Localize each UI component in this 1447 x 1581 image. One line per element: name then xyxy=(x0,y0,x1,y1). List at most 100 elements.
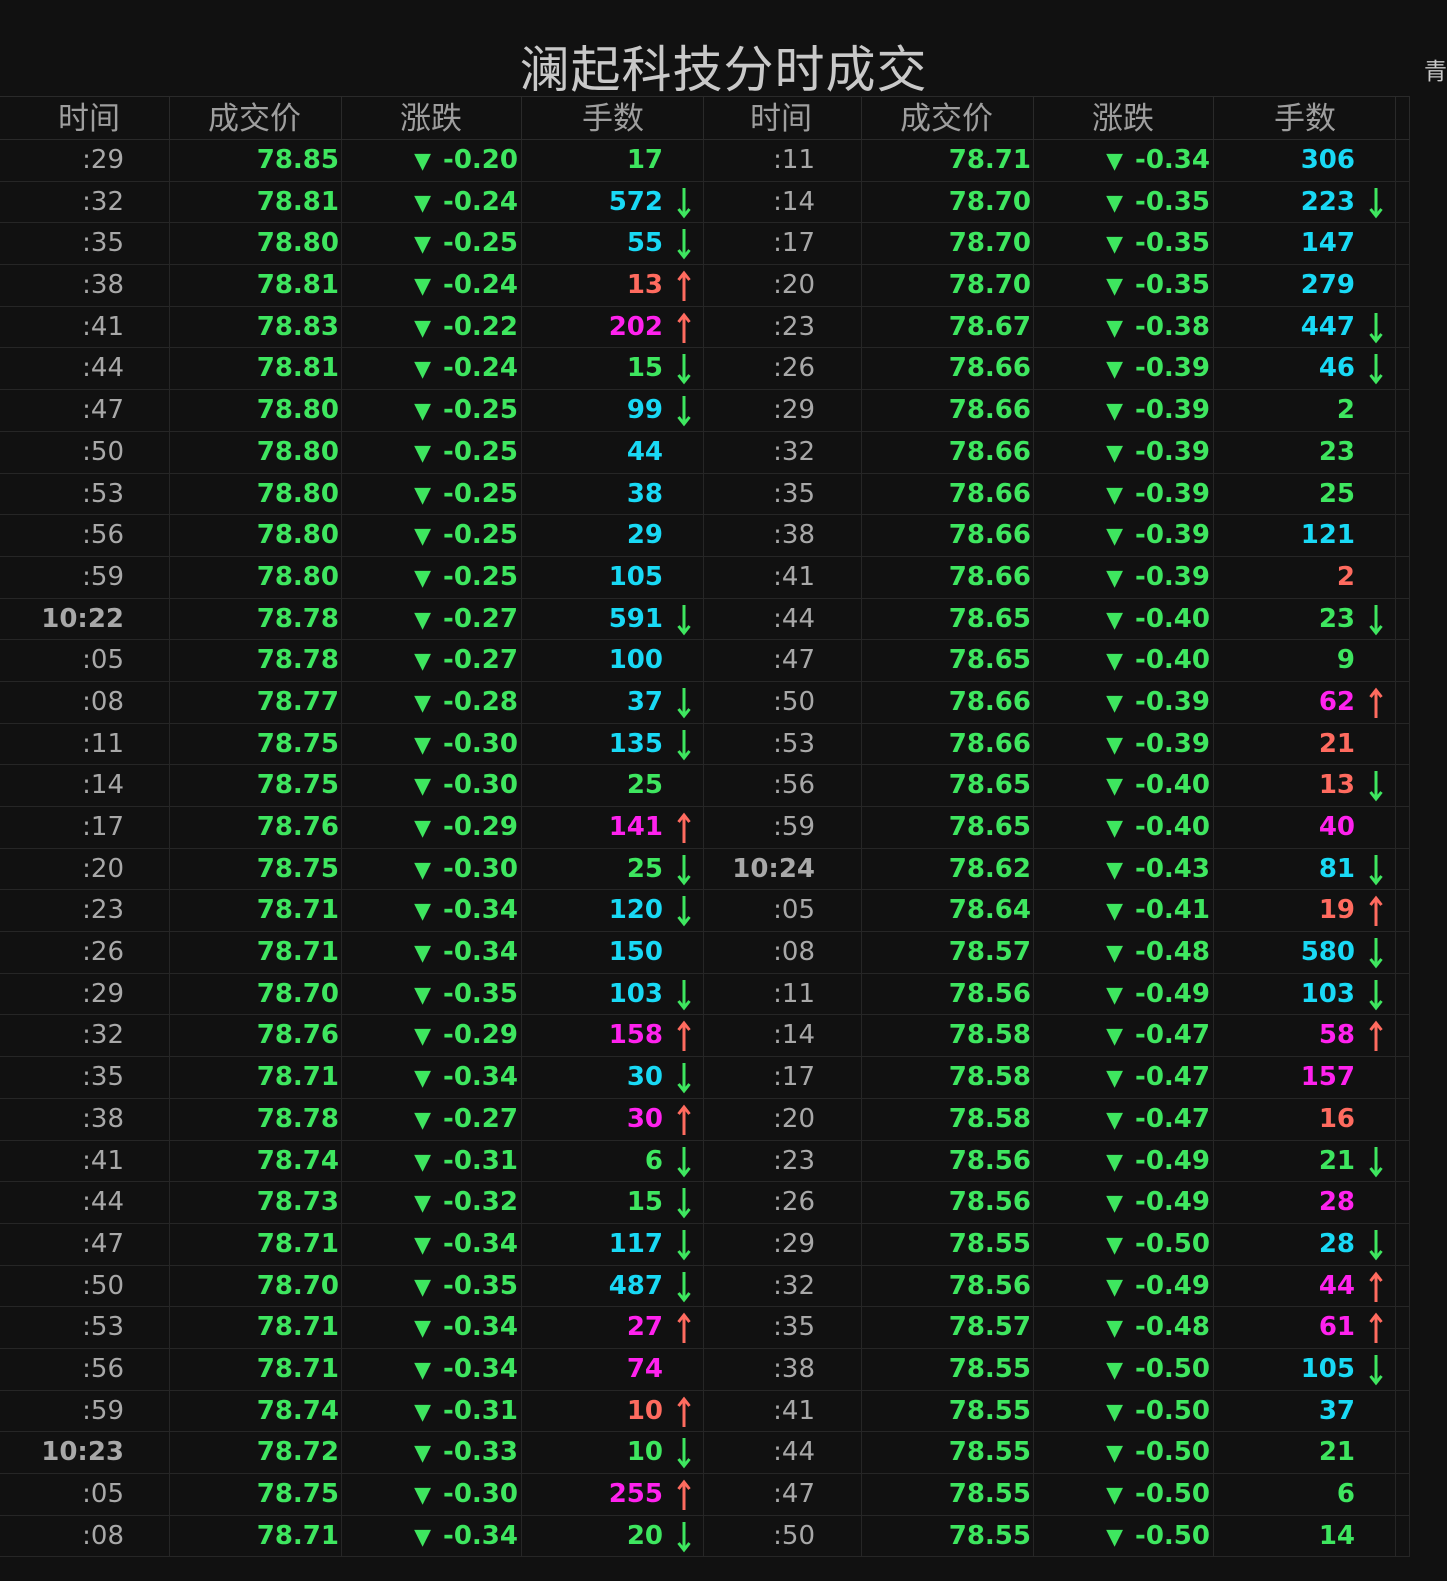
change-cell: ▼ -0.27 xyxy=(342,1098,522,1141)
change-value: -0.27 xyxy=(443,603,518,634)
change-value: -0.20 xyxy=(443,145,518,175)
volume-value: 105 xyxy=(1300,1353,1355,1384)
arrow-down-icon xyxy=(677,979,691,1011)
change-value: -0.25 xyxy=(443,520,518,551)
price-cell: 78.58 xyxy=(862,1015,1034,1058)
price-cell: 78.56 xyxy=(862,973,1034,1016)
change-value: -0.24 xyxy=(443,186,518,217)
down-triangle-icon: ▼ xyxy=(1106,440,1124,466)
down-triangle-icon: ▼ xyxy=(414,1066,432,1092)
arrow-up-icon xyxy=(1369,1312,1383,1344)
header-time-right[interactable]: 时间 xyxy=(704,96,862,140)
down-triangle-icon: ▼ xyxy=(414,774,432,800)
change-cell: ▼ -0.34 xyxy=(342,1307,522,1349)
price-cell: 78.80 xyxy=(170,390,342,432)
volume-value: 147 xyxy=(1300,228,1355,259)
volume-cell: 44 xyxy=(522,431,704,474)
volume-value: 15 xyxy=(626,353,663,384)
volume-value: 13 xyxy=(1318,770,1355,801)
down-triangle-icon: ▼ xyxy=(414,982,432,1008)
down-triangle-icon: ▼ xyxy=(414,899,432,925)
down-triangle-icon: ▼ xyxy=(1106,274,1124,300)
down-triangle-icon: ▼ xyxy=(1106,1066,1124,1092)
arrow-down-icon xyxy=(677,729,691,761)
header-volume-left[interactable]: 手数 xyxy=(522,96,704,140)
volume-cell: 16 xyxy=(1214,1098,1396,1141)
volume-cell: 223 xyxy=(1214,181,1396,224)
arrow-down-icon xyxy=(1369,312,1383,344)
down-triangle-icon: ▼ xyxy=(1106,524,1124,550)
change-value: -0.34 xyxy=(1135,145,1210,175)
volume-cell: 117 xyxy=(522,1223,704,1266)
volume-cell: 29 xyxy=(522,515,704,557)
change-value: -0.34 xyxy=(443,1228,518,1259)
arrow-up-icon xyxy=(1369,687,1383,718)
volume-value: 25 xyxy=(626,770,663,801)
row-spacer xyxy=(1396,848,1410,891)
down-triangle-icon: ▼ xyxy=(1106,774,1124,800)
volume-cell: 28 xyxy=(1214,1182,1396,1224)
volume-value: 117 xyxy=(608,1228,663,1259)
down-triangle-icon: ▼ xyxy=(1106,1274,1124,1300)
change-value: -0.30 xyxy=(443,770,518,801)
time-cell: :26 xyxy=(704,1182,862,1224)
volume-cell: 62 xyxy=(1214,681,1396,724)
price-cell: 78.70 xyxy=(862,265,1034,307)
trade-ticks-table: 时间 成交价 涨跌 手数 时间 成交价 涨跌 手数 :29 78.85 ▼ -0.20… xyxy=(0,96,1410,1558)
down-triangle-icon: ▼ xyxy=(1106,357,1124,383)
time-cell: :23 xyxy=(0,890,170,933)
volume-cell: 61 xyxy=(1214,1307,1396,1349)
change-value: -0.25 xyxy=(443,478,518,509)
down-triangle-icon: ▼ xyxy=(414,1232,432,1258)
change-cell: ▼ -0.48 xyxy=(1034,932,1214,974)
change-cell: ▼ -0.43 xyxy=(1034,848,1214,891)
arrow-down-icon xyxy=(1369,1354,1383,1386)
row-spacer xyxy=(1396,223,1410,266)
volume-value: 120 xyxy=(608,895,663,926)
down-triangle-icon: ▼ xyxy=(414,607,432,633)
time-cell: :11 xyxy=(704,140,862,182)
price-cell: 78.56 xyxy=(862,1140,1034,1183)
time-cell: :38 xyxy=(704,515,862,557)
down-triangle-icon: ▼ xyxy=(1106,1107,1124,1133)
price-cell: 78.55 xyxy=(862,1474,1034,1516)
arrow-down-icon xyxy=(677,1271,691,1302)
volume-cell: 25 xyxy=(522,765,704,807)
price-cell: 78.81 xyxy=(170,348,342,391)
arrow-down-icon xyxy=(677,187,691,219)
down-triangle-icon: ▼ xyxy=(414,690,432,716)
volume-value: 13 xyxy=(626,270,663,301)
change-value: -0.39 xyxy=(1135,561,1210,592)
down-triangle-icon: ▼ xyxy=(1106,565,1124,591)
header-change-right[interactable]: 涨跌 xyxy=(1034,96,1214,140)
down-triangle-icon: ▼ xyxy=(414,482,432,508)
volume-value: 279 xyxy=(1300,270,1355,301)
arrow-up-icon xyxy=(677,1396,691,1427)
change-value: -0.29 xyxy=(443,812,518,842)
time-cell: :35 xyxy=(704,1307,862,1349)
header-change-left[interactable]: 涨跌 xyxy=(342,96,522,140)
price-cell: 78.55 xyxy=(862,1223,1034,1266)
down-triangle-icon: ▼ xyxy=(1106,1399,1124,1425)
change-cell: ▼ -0.25 xyxy=(342,223,522,266)
change-cell: ▼ -0.40 xyxy=(1034,765,1214,807)
volume-value: 81 xyxy=(1318,853,1355,884)
change-cell: ▼ -0.39 xyxy=(1034,473,1214,516)
time-cell: :32 xyxy=(704,431,862,474)
volume-value: 591 xyxy=(608,603,663,634)
row-spacer xyxy=(1396,515,1410,557)
price-cell: 78.74 xyxy=(170,1140,342,1183)
price-cell: 78.64 xyxy=(862,890,1034,933)
header-time-left[interactable]: 时间 xyxy=(0,96,170,140)
change-cell: ▼ -0.40 xyxy=(1034,640,1214,682)
row-spacer xyxy=(1396,932,1410,974)
price-cell: 78.57 xyxy=(862,1307,1034,1349)
down-triangle-icon: ▼ xyxy=(414,440,432,466)
header-price-right[interactable]: 成交价 xyxy=(862,96,1034,140)
header-price-left[interactable]: 成交价 xyxy=(170,96,342,140)
arrow-down-icon xyxy=(677,604,691,635)
time-cell: :26 xyxy=(0,932,170,974)
change-value: -0.48 xyxy=(1135,937,1210,968)
volume-value: 10 xyxy=(626,1395,663,1426)
header-volume-right[interactable]: 手数 xyxy=(1214,96,1396,140)
